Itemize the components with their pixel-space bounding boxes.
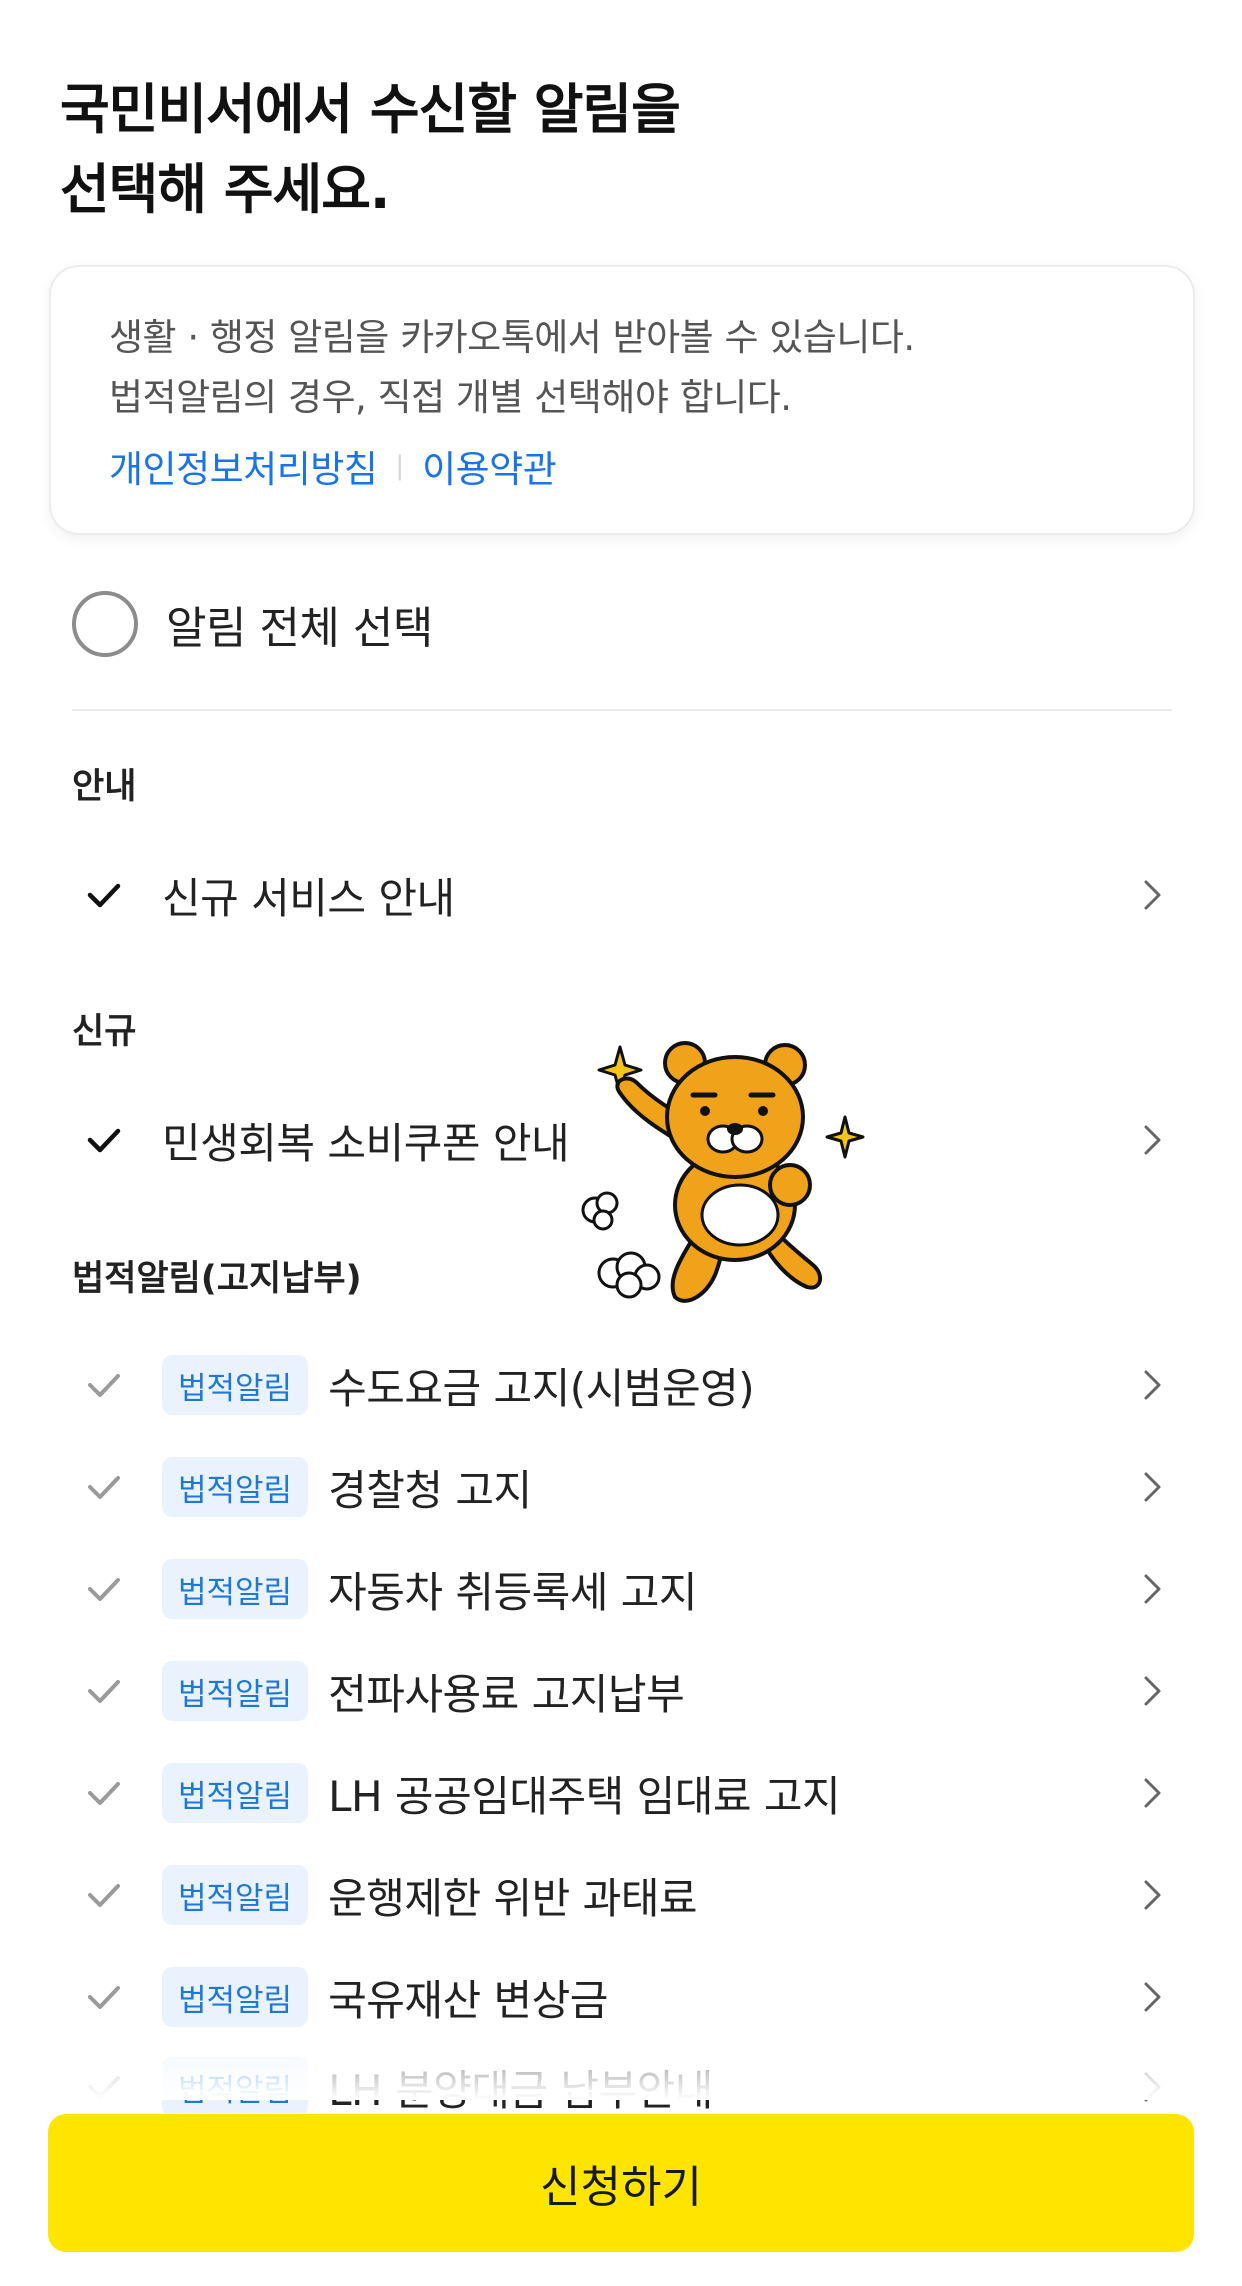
section-title-new: 신규 bbox=[72, 1012, 137, 1052]
check-icon[interactable] bbox=[72, 1455, 136, 1519]
chevron-right-icon[interactable] bbox=[1132, 1875, 1172, 1915]
list-item-label: 신규 서비스 안내 bbox=[162, 873, 455, 923]
list-item-label: 민생회복 소비쿠폰 안내 bbox=[162, 1118, 570, 1168]
select-all-radio[interactable] bbox=[72, 591, 138, 657]
chevron-right-icon[interactable] bbox=[1132, 1977, 1172, 2017]
check-icon[interactable] bbox=[72, 1557, 136, 1621]
list-item-label: LH 공공임대주택 임대료 고지 bbox=[328, 1771, 841, 1821]
chevron-right-icon[interactable] bbox=[1132, 1365, 1172, 1405]
chevron-right-icon[interactable] bbox=[1132, 1671, 1172, 1711]
list-item-label: 수도요금 고지(시범운영) bbox=[328, 1363, 755, 1413]
policy-links: 개인정보처리방침 | 이용약관 bbox=[109, 439, 557, 493]
check-icon[interactable] bbox=[72, 1108, 136, 1172]
list-item-label: 경찰청 고지 bbox=[328, 1465, 532, 1515]
chevron-right-icon[interactable] bbox=[1132, 1120, 1172, 1160]
list-item-label: 국유재산 변상금 bbox=[328, 1975, 608, 2025]
legal-badge: 법적알림 bbox=[162, 1967, 309, 2027]
check-icon[interactable] bbox=[72, 863, 136, 927]
select-all-label: 알림 전체 선택 bbox=[166, 603, 433, 654]
check-icon[interactable] bbox=[72, 1965, 136, 2029]
list-item-legal[interactable]: 법적알림 수도요금 고지(시범운영) bbox=[72, 1345, 1172, 1425]
list-item-label: 운행제한 위반 과태료 bbox=[328, 1873, 698, 1923]
section-title-notice: 안내 bbox=[72, 767, 137, 807]
page-title-line1: 국민비서에서 수신할 알림을 bbox=[60, 78, 681, 141]
legal-badge: 법적알림 bbox=[162, 1457, 309, 1517]
check-icon[interactable] bbox=[72, 1659, 136, 1723]
list-item-legal[interactable]: 법적알림 국유재산 변상금 bbox=[72, 1957, 1172, 2037]
legal-badge: 법적알림 bbox=[162, 1661, 309, 1721]
divider bbox=[72, 709, 1172, 711]
terms-link[interactable]: 이용약관 bbox=[422, 439, 557, 493]
check-icon[interactable] bbox=[72, 1863, 136, 1927]
ryan-mascot-sticker bbox=[581, 1041, 865, 1303]
info-card: 생활 · 행정 알림을 카카오톡에서 받아볼 수 있습니다. 법적알림의 경우,… bbox=[49, 265, 1195, 535]
list-item-legal[interactable]: 법적알림 LH 공공임대주택 임대료 고지 bbox=[72, 1753, 1172, 1833]
list-item-legal[interactable]: 법적알림 운행제한 위반 과태료 bbox=[72, 1855, 1172, 1935]
page-title-line2: 선택해 주세요. bbox=[60, 158, 390, 221]
legal-badge: 법적알림 bbox=[162, 1763, 309, 1823]
list-item-legal[interactable]: 법적알림 경찰청 고지 bbox=[72, 1447, 1172, 1527]
list-item-label: 자동차 취등록세 고지 bbox=[328, 1567, 698, 1617]
chevron-right-icon[interactable] bbox=[1132, 1467, 1172, 1507]
legal-badge: 법적알림 bbox=[162, 1865, 309, 1925]
chevron-right-icon[interactable] bbox=[1132, 875, 1172, 915]
page-title: 국민비서에서 수신할 알림을 선택해 주세요. bbox=[60, 70, 681, 230]
section-title-legal: 법적알림(고지납부) bbox=[72, 1259, 362, 1299]
legal-badge: 법적알림 bbox=[162, 1355, 309, 1415]
list-item-new-service[interactable]: 신규 서비스 안내 bbox=[72, 855, 1172, 935]
info-text-line2: 법적알림의 경우, 직접 개별 선택해야 합니다. bbox=[109, 376, 792, 419]
check-icon[interactable] bbox=[72, 1353, 136, 1417]
list-item-legal[interactable]: 법적알림 전파사용료 고지납부 bbox=[72, 1651, 1172, 1731]
link-separator: | bbox=[395, 451, 405, 481]
list-item-label: 전파사용료 고지납부 bbox=[328, 1669, 685, 1719]
submit-button[interactable]: 신청하기 bbox=[48, 2114, 1194, 2252]
privacy-policy-link[interactable]: 개인정보처리방침 bbox=[109, 439, 378, 493]
list-item-legal[interactable]: 법적알림 자동차 취등록세 고지 bbox=[72, 1549, 1172, 1629]
select-all-toggle[interactable]: 알림 전체 선택 bbox=[72, 589, 433, 659]
legal-badge: 법적알림 bbox=[162, 1559, 309, 1619]
check-icon[interactable] bbox=[72, 1761, 136, 1825]
chevron-right-icon[interactable] bbox=[1132, 1773, 1172, 1813]
chevron-right-icon[interactable] bbox=[1132, 1569, 1172, 1609]
list-fade-overlay bbox=[0, 2030, 1242, 2100]
info-text-line1: 생활 · 행정 알림을 카카오톡에서 받아볼 수 있습니다. bbox=[109, 316, 915, 359]
